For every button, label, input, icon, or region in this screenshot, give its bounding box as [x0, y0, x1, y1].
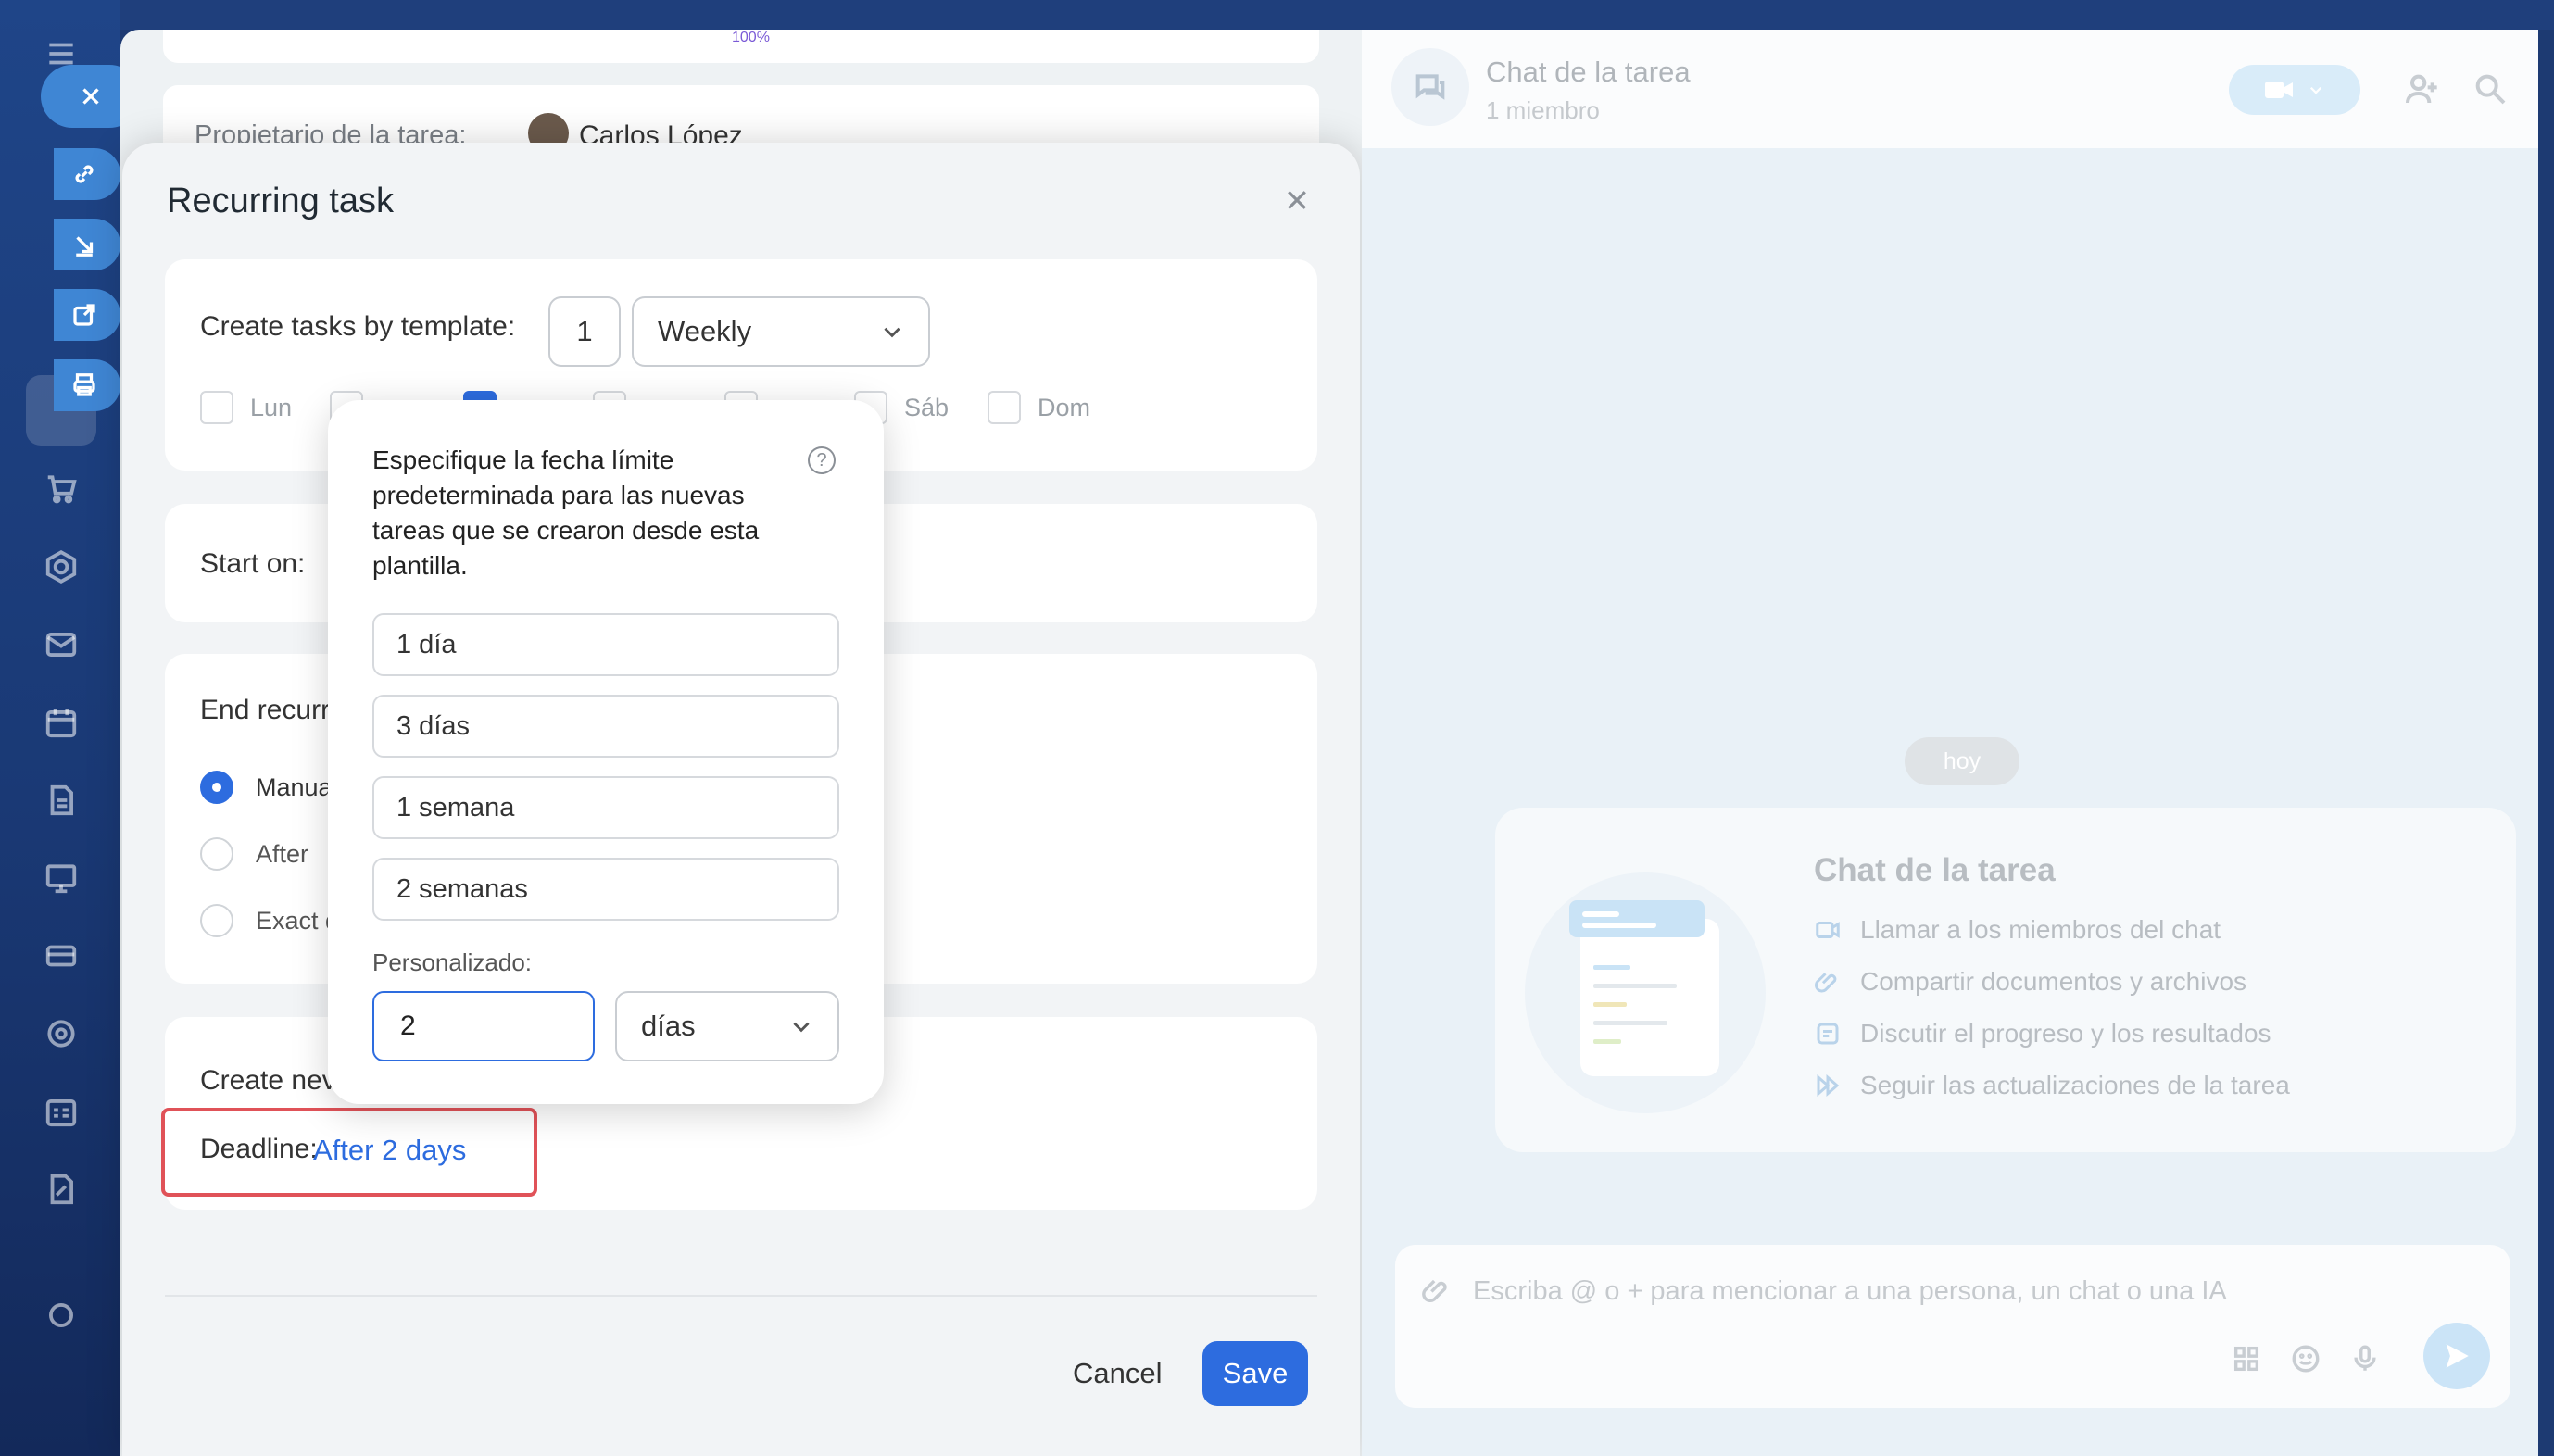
- dialog-title: Recurring task: [167, 182, 394, 220]
- settings-icon[interactable]: [35, 1289, 87, 1341]
- message-input[interactable]: Escriba @ o + para mencionar a una perso…: [1473, 1276, 2227, 1307]
- presentation-icon[interactable]: [35, 852, 87, 904]
- document-icon[interactable]: [35, 774, 87, 826]
- cancel-button[interactable]: Cancel: [1054, 1341, 1181, 1406]
- interval-input[interactable]: 1: [548, 296, 621, 367]
- calendar-icon[interactable]: [35, 697, 87, 748]
- deadline-link[interactable]: After 2 days: [313, 1134, 466, 1167]
- send-icon: [2446, 1344, 2469, 1368]
- mail-icon[interactable]: [35, 619, 87, 671]
- message-composer: Escriba @ o + para mencionar a una perso…: [1395, 1245, 2510, 1408]
- print-button[interactable]: [54, 359, 120, 411]
- create-new-label: Create nev: [200, 1065, 336, 1096]
- chat-intro-card: Chat de la tarea Llamar a los miembros d…: [1495, 808, 2516, 1152]
- chat-header: Chat de la tarea 1 miembro: [1362, 30, 2538, 148]
- progress-fragment: 100%: [732, 30, 770, 45]
- feature-discuss: Discutir el progreso y los resultados: [1814, 1019, 2271, 1048]
- apps-icon[interactable]: [2231, 1343, 2262, 1379]
- end-option-after[interactable]: After: [200, 837, 308, 871]
- custom-label: Personalizado:: [372, 948, 532, 976]
- chevron-down-icon: [793, 1022, 810, 1033]
- schedule-icon[interactable]: [35, 1086, 87, 1137]
- custom-unit-select[interactable]: días: [615, 991, 839, 1061]
- deadline-option-3-dias[interactable]: 3 días: [372, 695, 839, 758]
- deadline-popup: Especifique la fecha límite predetermina…: [328, 400, 884, 1104]
- emoji-icon[interactable]: [2290, 1343, 2321, 1379]
- target-icon[interactable]: [35, 1008, 87, 1060]
- feature-follow: Seguir las actualizaciones de la tarea: [1814, 1071, 2290, 1100]
- date-chip: hoy: [1905, 737, 2019, 785]
- cart-icon[interactable]: [35, 463, 87, 515]
- chevron-down-icon: [2309, 86, 2322, 94]
- deadline-option-1-dia[interactable]: 1 día: [372, 613, 839, 676]
- chat-panel: Chat de la tarea 1 miembro hoy Chat de l…: [1362, 30, 2538, 1456]
- template-label: Create tasks by template:: [200, 311, 516, 342]
- deadline-label: Deadline:: [200, 1134, 318, 1164]
- custom-value-input[interactable]: 2: [372, 991, 595, 1061]
- chat-illustration: [1525, 872, 1766, 1113]
- end-label: End recurr: [200, 695, 331, 725]
- custom-unit-value: días: [641, 1010, 696, 1042]
- feature-share: Compartir documentos y archivos: [1814, 967, 2246, 997]
- chevron-down-icon: [884, 327, 900, 338]
- video-icon: [1816, 922, 1840, 938]
- deadline-option-2-semanas[interactable]: 2 semanas: [372, 858, 839, 921]
- chat-icon: [1391, 48, 1469, 126]
- add-user-icon[interactable]: [2403, 70, 2440, 112]
- popup-description: Especifique la fecha límite predetermina…: [372, 446, 760, 580]
- chat-members[interactable]: 1 miembro: [1486, 96, 1600, 125]
- copy-link-button[interactable]: [54, 148, 120, 200]
- attach-icon[interactable]: [1421, 1274, 1453, 1311]
- end-option-exact-date[interactable]: Exact d: [200, 904, 339, 937]
- period-select[interactable]: Weekly: [632, 296, 930, 367]
- day-checkbox-dom[interactable]: Dom: [988, 389, 1090, 426]
- end-option-manual[interactable]: Manual: [200, 771, 338, 804]
- hexagon-icon[interactable]: [35, 541, 87, 593]
- deadline-option-1-semana[interactable]: 1 semana: [372, 776, 839, 839]
- feature-call: Llamar a los miembros del chat: [1814, 915, 2221, 945]
- chat-card-title: Chat de la tarea: [1814, 852, 2056, 888]
- search-icon[interactable]: [2472, 70, 2509, 112]
- save-button[interactable]: Save: [1202, 1341, 1308, 1406]
- day-checkbox-lun[interactable]: Lun: [200, 389, 292, 426]
- discussion-icon: [1817, 1023, 1839, 1045]
- minimize-button[interactable]: [54, 219, 120, 270]
- paperclip-icon: [1815, 973, 1837, 993]
- help-icon[interactable]: ?: [808, 446, 836, 474]
- microphone-icon[interactable]: [2349, 1343, 2381, 1379]
- period-value: Weekly: [658, 315, 752, 347]
- window-edge: [2538, 30, 2554, 1456]
- open-new-window-button[interactable]: [54, 289, 120, 341]
- top-bar: [0, 0, 2554, 30]
- video-call-button[interactable]: [2229, 65, 2360, 115]
- video-icon: [2265, 82, 2293, 98]
- send-button[interactable]: [2423, 1323, 2490, 1389]
- edit-doc-icon[interactable]: [35, 1163, 87, 1215]
- start-label: Start on:: [200, 548, 306, 579]
- close-icon[interactable]: [1277, 180, 1317, 220]
- chat-title[interactable]: Chat de la tarea: [1486, 56, 1691, 89]
- footer-divider: [165, 1295, 1317, 1297]
- card-icon[interactable]: [35, 930, 87, 982]
- forward-icon: [1817, 1073, 1840, 1098]
